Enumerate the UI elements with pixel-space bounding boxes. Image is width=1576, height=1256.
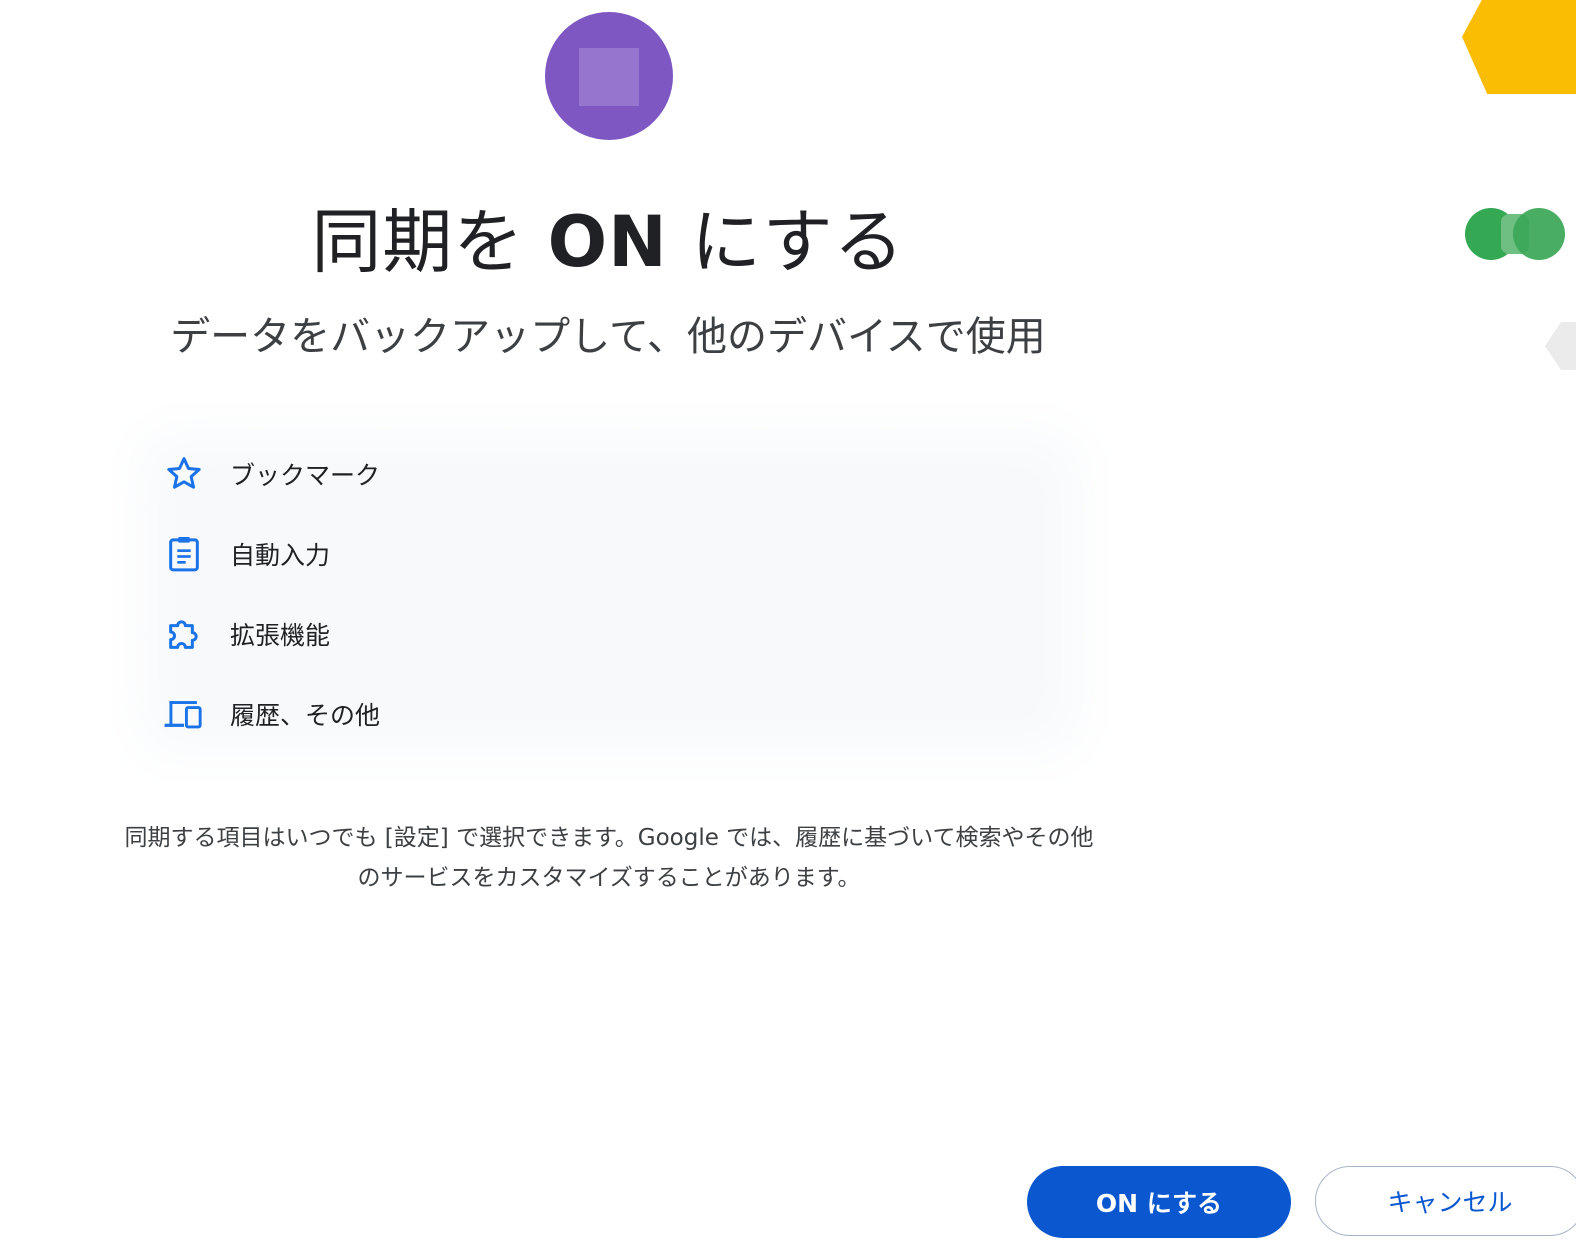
title-suffix: にする <box>667 201 905 283</box>
feature-item-autofill: 自動入力 <box>162 530 330 578</box>
decorative-green-shape <box>1465 208 1565 260</box>
feature-label: 拡張機能 <box>230 621 331 650</box>
disclaimer-line-2: のサービスをカスタマイズすることがあります。 <box>357 865 861 891</box>
avatar <box>545 12 673 140</box>
disclaimer-line-1: 同期する項目はいつでも [設定] で選択できます。Google では、履歴に基づ… <box>124 825 1094 851</box>
sync-disclaimer: 同期する項目はいつでも [設定] で選択できます。Google では、履歴に基づ… <box>104 818 1114 898</box>
dialog-title: 同期を ON にする <box>0 186 1216 287</box>
decorative-grey-shape <box>1545 322 1576 370</box>
avatar-placeholder-icon <box>579 48 639 106</box>
puzzle-icon <box>162 612 206 656</box>
feature-label: 履歴、その他 <box>230 701 381 730</box>
title-prefix: 同期を <box>311 201 548 283</box>
cancel-button[interactable]: キャンセル <box>1315 1166 1576 1236</box>
turn-on-sync-button[interactable]: ON にする <box>1027 1166 1291 1238</box>
feature-item-bookmarks: ブックマーク <box>162 450 380 498</box>
feature-label: ブックマーク <box>230 461 381 490</box>
devices-icon <box>162 692 206 736</box>
feature-label: 自動入力 <box>230 541 331 570</box>
sync-features-card: ブックマーク 自動入力 拡張機能 履歴、その他 <box>112 404 1108 782</box>
dialog-subtitle: データをバックアップして、他のデバイスで使用 <box>170 314 1046 360</box>
feature-item-extensions: 拡張機能 <box>162 610 330 658</box>
feature-item-history: 履歴、その他 <box>162 690 380 738</box>
title-bold: ON <box>547 201 668 283</box>
star-icon <box>162 452 206 496</box>
clipboard-icon <box>162 532 206 576</box>
decorative-yellow-shape <box>1462 0 1576 94</box>
